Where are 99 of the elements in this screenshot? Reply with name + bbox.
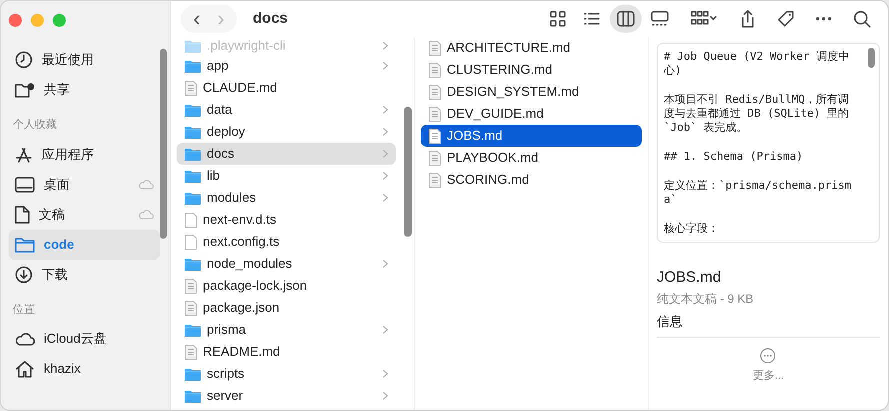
cloud-icon xyxy=(138,209,154,220)
file-row[interactable]: ARCHITECTURE.md xyxy=(421,37,642,59)
text-file-icon xyxy=(185,80,197,96)
columns-icon xyxy=(617,10,635,28)
file-row[interactable]: data xyxy=(177,99,396,121)
chevron-icon xyxy=(383,326,388,334)
text-file-icon xyxy=(429,172,441,188)
folder-icon xyxy=(185,104,201,116)
sidebar-item[interactable]: 文稿 xyxy=(9,200,160,230)
folder-icon xyxy=(185,390,201,402)
view-button[interactable] xyxy=(610,5,642,33)
folder-icon xyxy=(185,368,201,380)
grid-icon xyxy=(691,11,717,27)
more-button[interactable]: 更多... xyxy=(752,348,784,384)
shared-folder-icon xyxy=(15,82,35,98)
file-row[interactable]: CLAUDE.md xyxy=(177,77,396,99)
folder-icon xyxy=(185,170,201,182)
text-file-icon xyxy=(185,344,197,360)
folder-icon xyxy=(185,258,201,270)
file-row[interactable]: next-env.d.ts xyxy=(177,209,396,231)
sidebar-item[interactable]: 应用程序 xyxy=(9,140,160,170)
folder-icon xyxy=(185,192,201,204)
text-file-icon xyxy=(429,40,441,56)
text-file-icon xyxy=(429,84,441,100)
chevron-icon xyxy=(383,260,388,268)
gallery-icon xyxy=(651,10,669,28)
scrollbar[interactable] xyxy=(868,48,875,68)
file-row[interactable]: scripts xyxy=(177,363,396,385)
text-file-icon xyxy=(429,150,441,166)
file-row[interactable]: package-lock.json xyxy=(177,275,396,297)
blank-file-icon xyxy=(185,234,197,250)
chevron-icon xyxy=(383,172,388,180)
cloud-icon xyxy=(138,179,154,190)
blank-file-icon xyxy=(185,212,197,228)
document-icon xyxy=(15,206,30,224)
cloud-icon xyxy=(15,332,35,346)
section-header: 个人收藏 xyxy=(13,118,58,133)
chevron-icon xyxy=(383,194,388,202)
clock-icon xyxy=(15,51,33,69)
file-row[interactable]: lib xyxy=(177,165,396,187)
file-row[interactable]: PLAYBOOK.md xyxy=(421,147,642,169)
file-row[interactable]: package.json xyxy=(177,297,396,319)
file-row[interactable]: deploy xyxy=(177,121,396,143)
monitor-icon xyxy=(15,176,35,192)
chevron-icon xyxy=(383,42,388,50)
house-icon xyxy=(15,360,35,378)
chevron-icon xyxy=(383,392,388,400)
folder-icon xyxy=(185,148,201,160)
file-info: 纯文本文稿 - 9 KB xyxy=(657,290,755,308)
file-row[interactable]: JOBS.md xyxy=(421,125,642,147)
file-row[interactable]: node_modules xyxy=(177,253,396,275)
a-shape-icon xyxy=(15,146,33,164)
text-file-icon xyxy=(429,106,441,122)
ellipsis-icon xyxy=(816,17,832,21)
scrollbar[interactable] xyxy=(404,107,412,237)
file-row[interactable]: docs xyxy=(177,143,396,165)
chevron-icon xyxy=(383,370,388,378)
file-row[interactable]: next.config.ts xyxy=(177,231,396,253)
folder-icon xyxy=(185,40,201,52)
file-row[interactable]: DEV_GUIDE.md xyxy=(421,103,642,125)
sidebar-item[interactable]: khazix xyxy=(9,354,160,384)
file-row[interactable]: prisma xyxy=(177,319,396,341)
download-icon xyxy=(15,266,33,284)
search-icon xyxy=(853,10,871,28)
folder-icon xyxy=(185,60,201,72)
section-header: 信息 xyxy=(657,312,880,338)
file-row[interactable]: modules xyxy=(177,187,396,209)
sidebar-item[interactable]: iCloud云盘 xyxy=(9,324,160,354)
tag-icon xyxy=(777,10,795,28)
file-row[interactable]: SCORING.md xyxy=(421,169,642,191)
sidebar-item[interactable]: 下载 xyxy=(9,260,160,290)
ellipsis-circle-icon xyxy=(760,348,776,364)
chevron-icon xyxy=(383,128,388,136)
text-file-icon xyxy=(185,278,197,294)
file-row[interactable]: CLUSTERING.md xyxy=(421,59,642,81)
sidebar-item[interactable]: 共享 xyxy=(9,75,160,105)
text-file-icon xyxy=(185,300,197,316)
file-row[interactable]: server xyxy=(177,385,396,407)
back-button[interactable]: ‹ xyxy=(185,8,209,30)
section-header: 位置 xyxy=(13,302,36,318)
text-file-icon xyxy=(429,62,441,78)
file-row[interactable]: app xyxy=(177,55,396,77)
file-row[interactable]: README.md xyxy=(177,341,396,363)
folder-icon xyxy=(185,324,201,336)
folder-icon xyxy=(185,126,201,138)
file-row[interactable]: DESIGN_SYSTEM.md xyxy=(421,81,642,103)
chevron-icon xyxy=(383,62,388,70)
chevron-icon xyxy=(383,106,388,114)
grid-icon xyxy=(549,10,567,28)
text-file-icon xyxy=(429,128,441,144)
close-button[interactable] xyxy=(9,14,22,27)
file-name: JOBS.md xyxy=(657,268,722,288)
scrollbar[interactable] xyxy=(160,49,167,239)
sidebar-item[interactable]: 桌面 xyxy=(9,170,160,200)
folder-icon xyxy=(15,236,35,252)
chevron-icon xyxy=(383,150,388,158)
window-title: docs xyxy=(253,8,290,29)
sidebar-item[interactable]: 最近使用 xyxy=(9,45,160,75)
preview-text: # Job Queue (V2 Worker 调度中心) 本项目不引 Redis/BullMQ，所有调度与去重都通过 DB (SQLite) 里的 `Job` 表完成。 ## 1. Schema (Prisma) 定义位置：`prisma/schema.prisma` 核心字段： xyxy=(662,49,852,237)
